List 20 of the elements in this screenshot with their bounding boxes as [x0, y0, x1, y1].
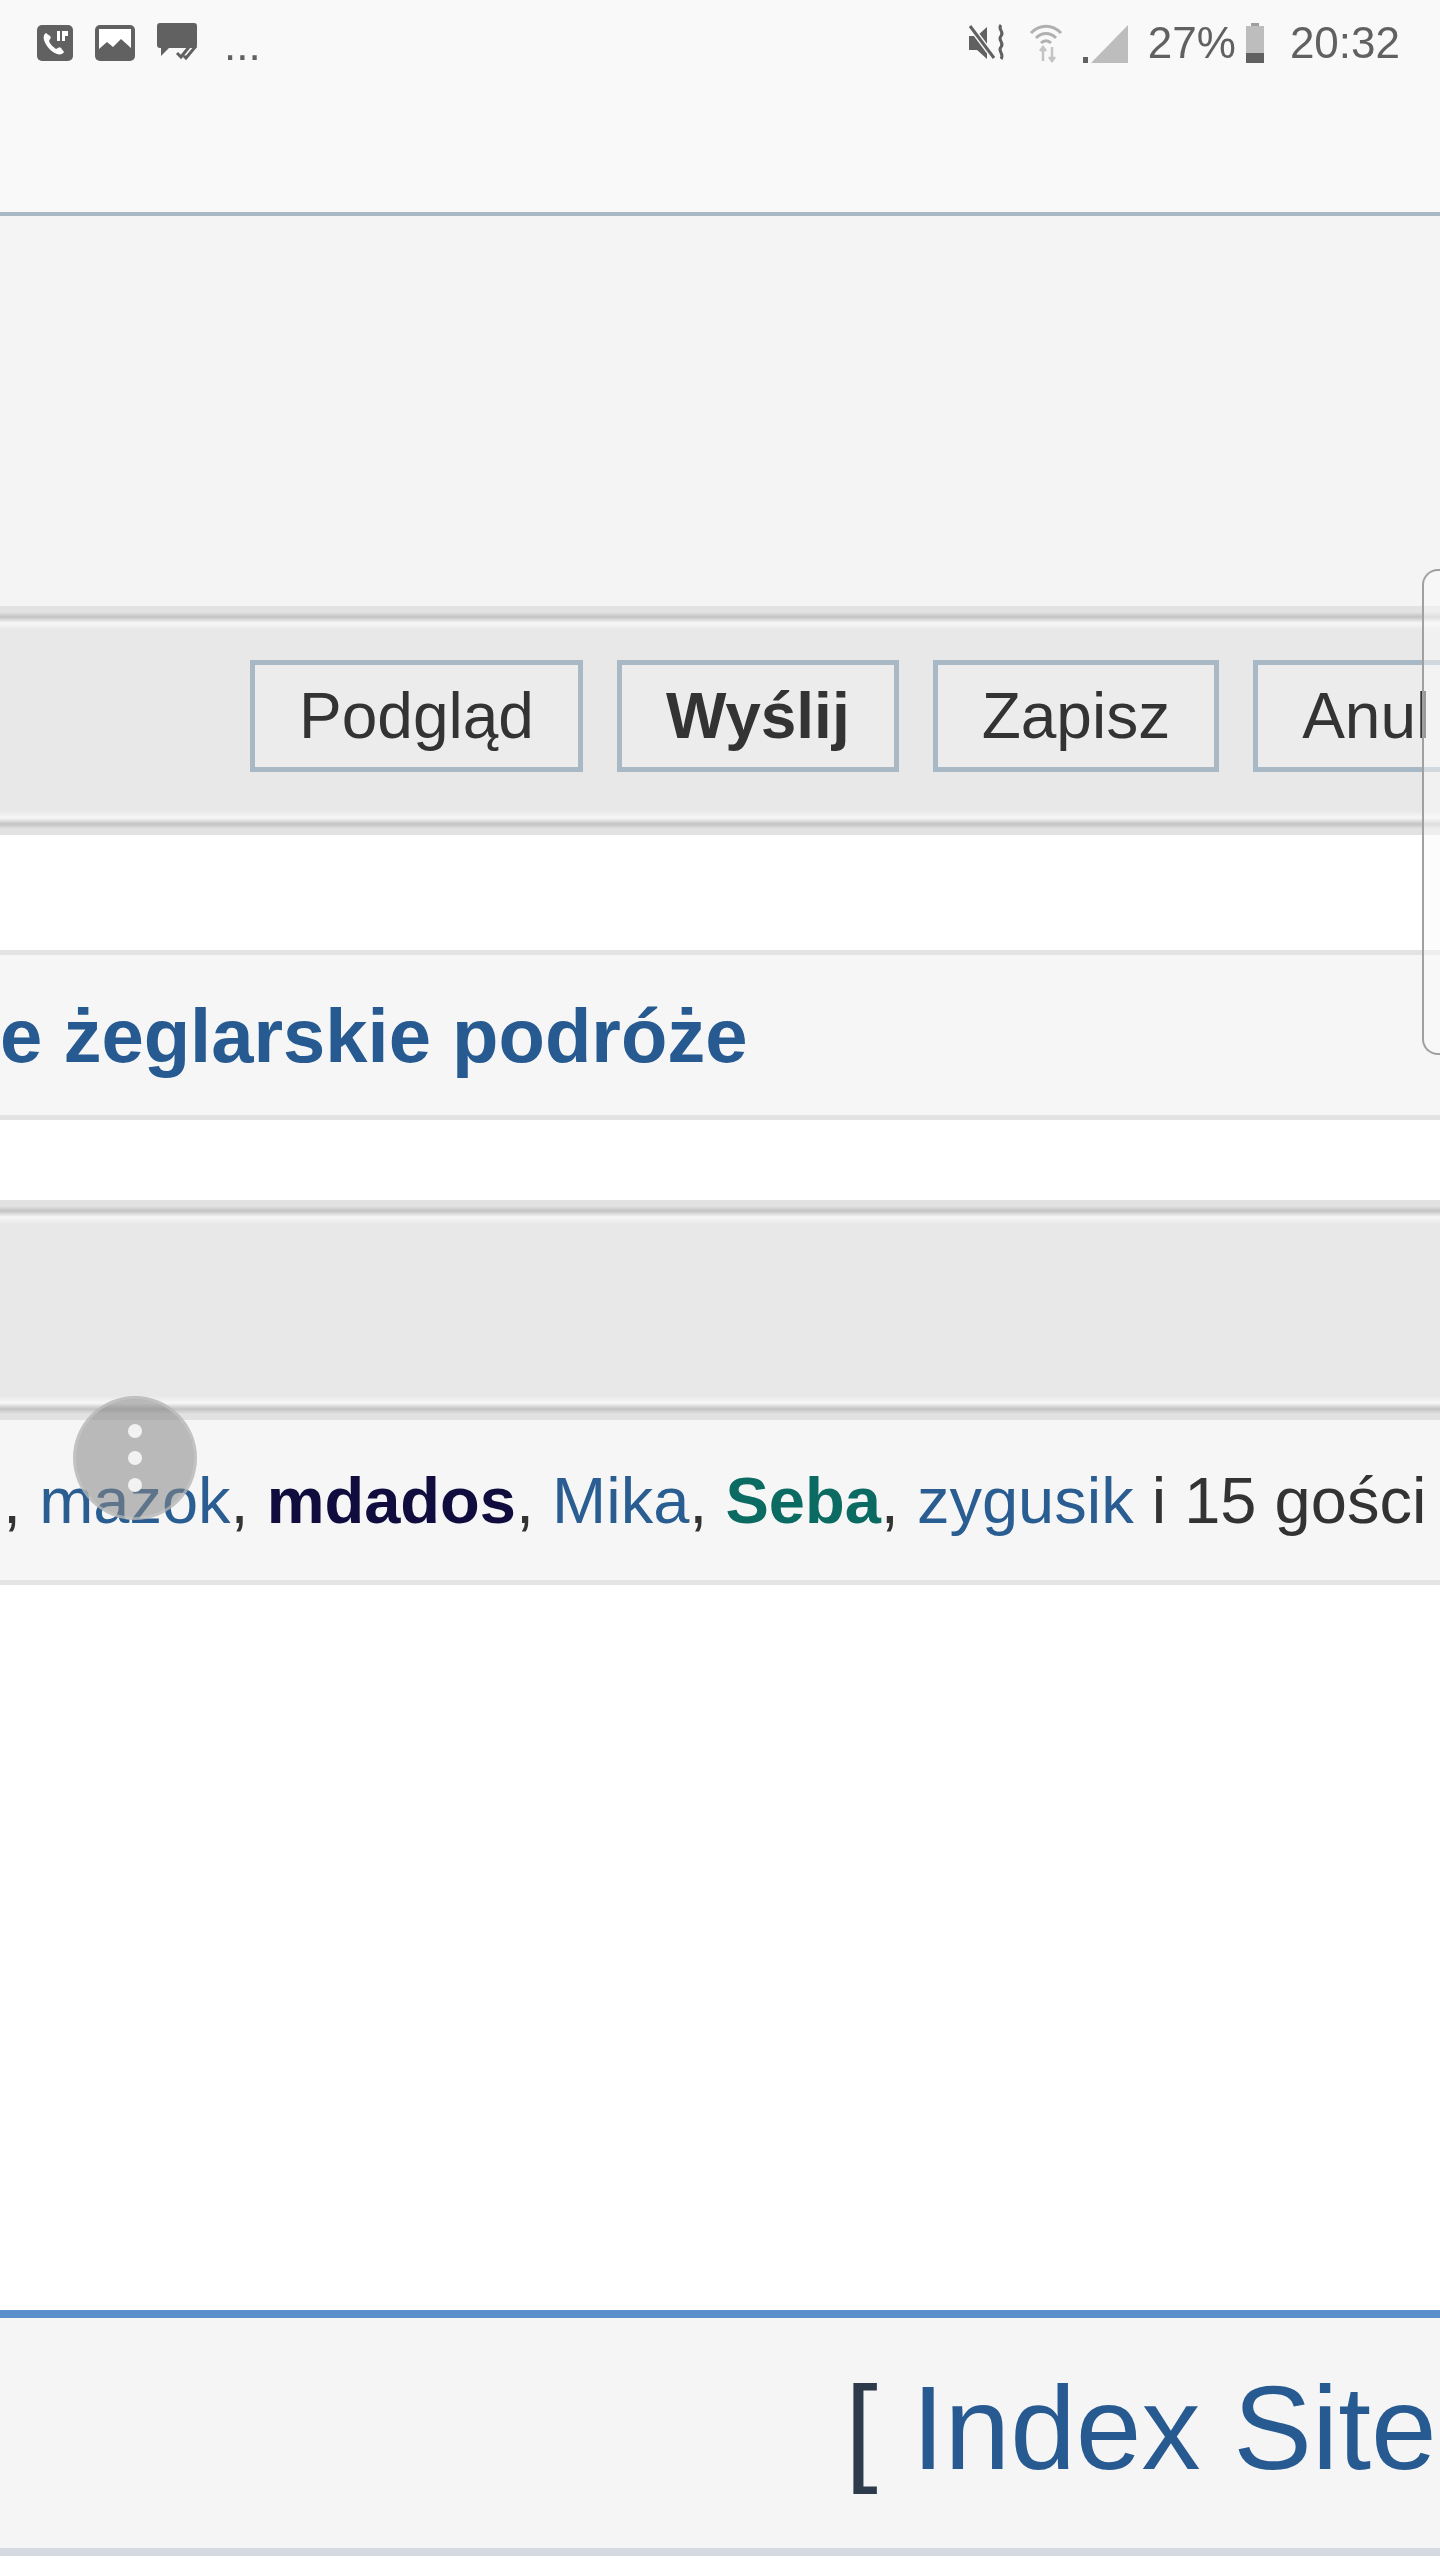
- image-icon: [95, 25, 135, 61]
- battery-percent-text: 27%: [1147, 16, 1236, 69]
- clock-text: 20:32: [1289, 16, 1400, 69]
- index-site-link[interactable]: Index Site: [911, 2355, 1437, 2503]
- form-button[interactable]: Podgląd: [250, 660, 583, 772]
- battery-icon: [1245, 23, 1264, 63]
- user-link[interactable]: Mika: [552, 1463, 690, 1537]
- form-button[interactable]: Wyślij: [616, 660, 899, 772]
- wifi-icon: [1028, 23, 1063, 63]
- online-users-text: , mazok, mdados, Mika, Seba, zygusik i 15 gości: [2, 1462, 1427, 1538]
- more-notifications-text: ...: [224, 18, 261, 71]
- topic-title-link[interactable]: e żeglarskie podróże: [0, 991, 748, 1079]
- bracket-text: [: [845, 2361, 878, 2497]
- user-link[interactable]: zygusik: [916, 1463, 1134, 1537]
- signal-icon: [1082, 23, 1128, 63]
- user-link[interactable]: mdados: [266, 1463, 516, 1537]
- phone-icon: [37, 25, 73, 61]
- user-link[interactable]: Seba: [725, 1463, 881, 1537]
- user-link[interactable]: mazok: [39, 1463, 231, 1537]
- form-button[interactable]: Zapisz: [932, 660, 1220, 772]
